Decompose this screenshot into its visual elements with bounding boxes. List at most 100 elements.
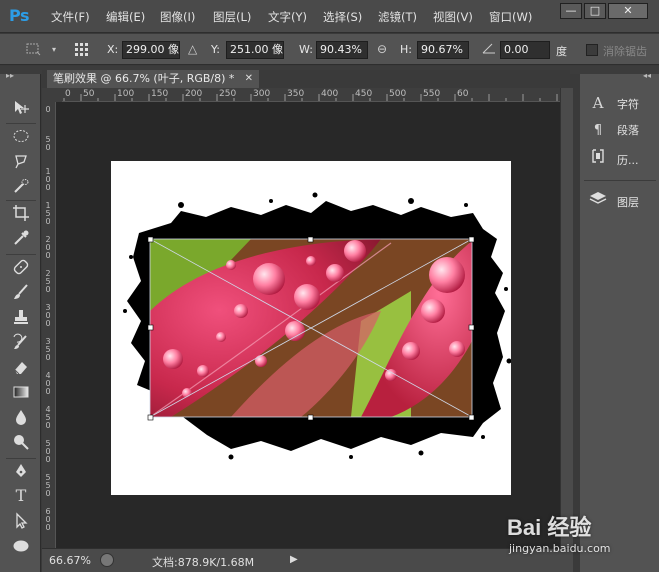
panel-layers[interactable]: 图层 (588, 190, 656, 212)
ruler-v-label: 150 (45, 201, 51, 226)
marquee-tool-icon[interactable] (10, 126, 32, 146)
eyedropper-tool-icon[interactable] (10, 228, 32, 248)
h-label: H: (400, 43, 412, 56)
ruler-v-label: 0 (45, 105, 51, 114)
ruler-v-label: 250 (45, 269, 51, 294)
quick-selection-tool-icon[interactable] (10, 176, 32, 196)
restore-button[interactable]: □ (584, 3, 606, 19)
ruler-v-label: 300 (45, 303, 51, 328)
menu-filter[interactable]: 滤镜(T) (378, 9, 417, 25)
watermark-url: jingyan.baidu.com (509, 542, 611, 555)
ruler-origin[interactable] (42, 88, 62, 102)
history-icon (588, 148, 608, 172)
ellipse-tool-icon[interactable] (10, 536, 32, 556)
document-tab-title: 笔刷效果 @ 66.7% (叶子, RGB/8) * (53, 72, 235, 85)
vertical-scrollbar[interactable] (560, 88, 573, 548)
panel-label: 字符 (617, 98, 639, 111)
menu-view[interactable]: 视图(V) (433, 9, 473, 25)
ruler-h-label: 100 (117, 89, 135, 99)
character-icon: A (592, 94, 604, 112)
ruler-h-label: 300 (253, 89, 271, 99)
photoshop-logo: Ps (9, 6, 29, 25)
dock-collapse-icon[interactable]: ◂◂ (643, 71, 651, 80)
status-menu-arrow-icon[interactable]: ▶ (290, 554, 298, 565)
transform-handle[interactable] (307, 414, 314, 421)
ruler-v-label: 500 (45, 439, 51, 464)
transform-handle[interactable] (147, 324, 154, 331)
menu-window[interactable]: 窗口(W) (489, 9, 532, 25)
ruler-h-label: 400 (321, 89, 339, 99)
ruler-v-label: 200 (45, 235, 51, 260)
transform-handle[interactable] (468, 324, 475, 331)
transform-handle[interactable] (147, 414, 154, 421)
dodge-tool-icon[interactable] (10, 432, 32, 452)
dock-strip (573, 74, 580, 572)
angle-icon (482, 42, 496, 57)
horizontal-ruler[interactable]: 50 0 50 100 150 200 250 300 350 400 450 … (62, 88, 560, 102)
transform-handle[interactable] (147, 236, 154, 243)
panel-history[interactable]: 历... (588, 148, 656, 170)
ruler-h-label: 550 (423, 89, 441, 99)
transform-handle[interactable] (307, 236, 314, 243)
zoom-level[interactable]: 66.67% (49, 554, 91, 567)
leaf-brush-artwork[interactable] (111, 161, 511, 495)
lasso-tool-icon[interactable] (10, 151, 32, 171)
gradient-tool-icon[interactable] (10, 382, 32, 402)
eraser-tool-icon[interactable] (10, 357, 32, 377)
tool-preset-chevron-icon[interactable]: ▾ (52, 45, 56, 54)
clone-stamp-tool-icon[interactable] (10, 307, 32, 327)
ruler-v-label: 450 (45, 405, 51, 430)
close-document-icon[interactable]: ✕ (245, 70, 253, 87)
paragraph-icon: ¶ (593, 123, 603, 138)
move-tool-icon[interactable] (10, 98, 32, 118)
menu-layer[interactable]: 图层(L) (213, 9, 251, 25)
rotation-angle-field[interactable]: 0.00 (500, 41, 550, 59)
ruler-h-label: 250 (219, 89, 237, 99)
panel-character[interactable]: A 字符 (588, 92, 656, 114)
document-info-icon[interactable] (100, 553, 114, 567)
reference-point-icon[interactable] (74, 42, 90, 61)
minimize-button[interactable]: — (560, 3, 582, 19)
blur-tool-icon[interactable] (10, 407, 32, 427)
antialias-checkbox[interactable] (586, 44, 598, 56)
ruler-v-label: 550 (45, 473, 51, 498)
history-brush-tool-icon[interactable] (10, 332, 32, 352)
transform-tool-icon[interactable] (25, 42, 41, 59)
height-field[interactable]: 90.67% (417, 41, 469, 59)
canvas-area[interactable] (56, 102, 560, 548)
crop-tool-icon[interactable] (10, 203, 32, 223)
y-label: Y: (211, 43, 220, 56)
toolbar-collapse-icon[interactable]: ▸▸ (6, 71, 14, 80)
delta-icon[interactable]: △ (188, 42, 197, 56)
x-position-field[interactable]: 299.00 像 (122, 41, 180, 59)
width-field[interactable]: 90.43% (316, 41, 368, 59)
ruler-v-label: 100 (45, 167, 51, 192)
ruler-h-label: 150 (151, 89, 169, 99)
w-label: W: (299, 43, 313, 56)
path-selection-tool-icon[interactable] (10, 511, 32, 531)
ruler-h-label: 500 (389, 89, 407, 99)
pen-tool-icon[interactable] (10, 461, 32, 481)
type-tool-icon[interactable]: T (10, 486, 32, 506)
ruler-h-label: 50 (83, 89, 95, 99)
y-position-field[interactable]: 251.00 像 (226, 41, 284, 59)
document-canvas[interactable] (111, 161, 511, 495)
ruler-v-label: 400 (45, 371, 51, 396)
panel-paragraph[interactable]: ¶ 段落 (588, 120, 656, 142)
menu-bar: Ps 文件(F) 编辑(E) 图像(I) 图层(L) 文字(Y) 选择(S) 滤… (0, 0, 659, 33)
menu-select[interactable]: 选择(S) (323, 9, 362, 25)
panel-label: 段落 (617, 124, 639, 137)
menu-edit[interactable]: 编辑(E) (106, 9, 145, 25)
vertical-ruler[interactable]: 0 50 100 150 200 250 300 350 400 450 500… (42, 102, 56, 548)
menu-type[interactable]: 文字(Y) (268, 9, 307, 25)
link-icon[interactable]: ⊖ (377, 42, 387, 56)
healing-brush-tool-icon[interactable] (10, 257, 32, 277)
ruler-h-label: 350 (287, 89, 305, 99)
transform-handle[interactable] (468, 236, 475, 243)
brush-tool-icon[interactable] (10, 282, 32, 302)
transform-handle[interactable] (468, 414, 475, 421)
close-button[interactable]: ✕ (608, 3, 648, 19)
menu-file[interactable]: 文件(F) (51, 9, 90, 25)
menu-image[interactable]: 图像(I) (160, 9, 195, 25)
document-tab[interactable]: 笔刷效果 @ 66.7% (叶子, RGB/8) * ✕ (47, 70, 259, 88)
